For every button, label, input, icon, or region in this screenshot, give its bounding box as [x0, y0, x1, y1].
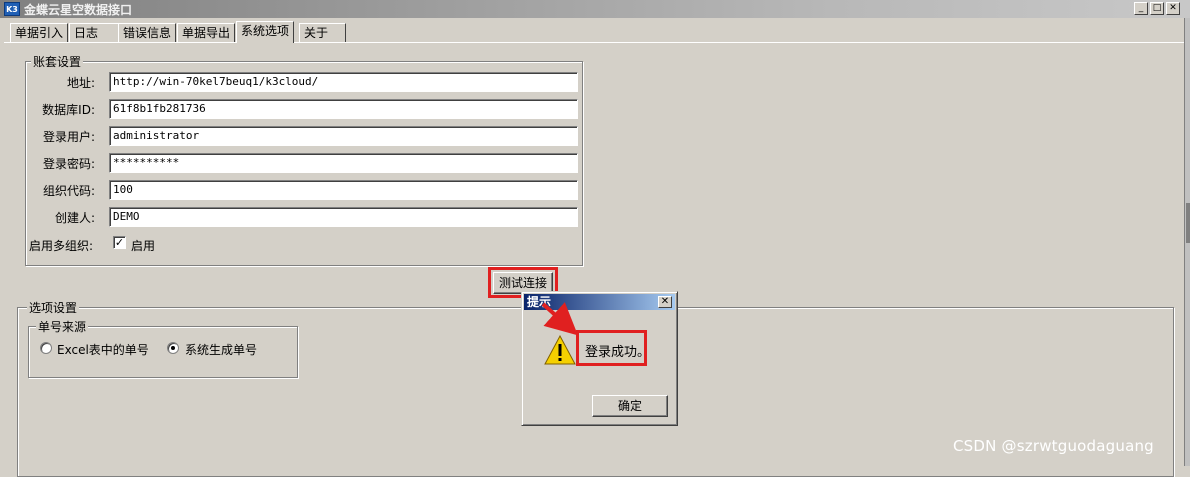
- close-button[interactable]: ✕: [1166, 2, 1180, 15]
- number-source-title: 单号来源: [36, 318, 89, 335]
- options-group-title: 选项设置: [27, 299, 80, 316]
- creator-label: 创建人:: [54, 211, 95, 225]
- radio-system-number-label: 系统生成单号: [185, 343, 258, 357]
- password-input[interactable]: **********: [109, 153, 578, 173]
- watermark-text: CSDN @szrwtguodaguang: [953, 437, 1154, 455]
- multi-org-checkbox-label: 启用: [131, 239, 156, 253]
- right-scrollbar[interactable]: [1184, 18, 1190, 466]
- org-code-label: 组织代码:: [42, 184, 95, 198]
- scrollbar-thumb[interactable]: [1186, 203, 1190, 243]
- tab-log[interactable]: 日志: [69, 23, 124, 42]
- login-user-input[interactable]: administrator: [109, 126, 578, 146]
- database-id-label: 数据库ID:: [42, 103, 95, 117]
- tab-import[interactable]: 单据引入: [10, 23, 69, 42]
- account-settings-title: 账套设置: [31, 53, 84, 70]
- radio-excel-number-label: Excel表中的单号: [57, 343, 149, 357]
- tab-system-options[interactable]: 系统选项: [236, 21, 295, 43]
- address-input[interactable]: http://win-70kel7beuq1/k3cloud/: [109, 72, 578, 92]
- maximize-icon: □: [1152, 3, 1162, 13]
- database-id-input[interactable]: 61f8b1fb281736: [109, 99, 578, 119]
- window-title: 金蝶云星空数据接口: [24, 3, 133, 17]
- close-icon: ✕: [1169, 3, 1177, 13]
- login-user-label: 登录用户:: [42, 130, 95, 144]
- window-titlebar: K3 金蝶云星空数据接口 _ □ ✕: [0, 0, 1190, 18]
- address-label: 地址:: [66, 76, 95, 90]
- close-icon: ✕: [660, 296, 670, 307]
- app-logo-icon: K3: [4, 2, 20, 16]
- minimize-icon: _: [1138, 3, 1144, 13]
- tab-about[interactable]: 关于: [299, 23, 346, 42]
- tab-divider: [4, 42, 1186, 43]
- radio-system-number[interactable]: [167, 342, 179, 354]
- password-label: 登录密码:: [42, 157, 95, 171]
- radio-excel-number[interactable]: [40, 342, 52, 354]
- tab-export[interactable]: 单据导出: [177, 23, 236, 42]
- minimize-button[interactable]: _: [1134, 2, 1148, 15]
- radio-selected-dot: [171, 346, 175, 350]
- tab-errors[interactable]: 错误信息: [118, 23, 177, 42]
- multi-org-label: 启用多组织:: [29, 239, 94, 253]
- maximize-button[interactable]: □: [1150, 2, 1164, 15]
- ok-button[interactable]: 确定: [592, 395, 668, 417]
- org-code-input[interactable]: 100: [109, 180, 578, 200]
- dialog-close-button[interactable]: ✕: [658, 296, 672, 308]
- annotation-arrow: [541, 302, 578, 336]
- multi-org-checkbox[interactable]: ✓: [113, 236, 126, 249]
- creator-input[interactable]: DEMO: [109, 207, 578, 227]
- checkmark-icon: ✓: [114, 236, 125, 249]
